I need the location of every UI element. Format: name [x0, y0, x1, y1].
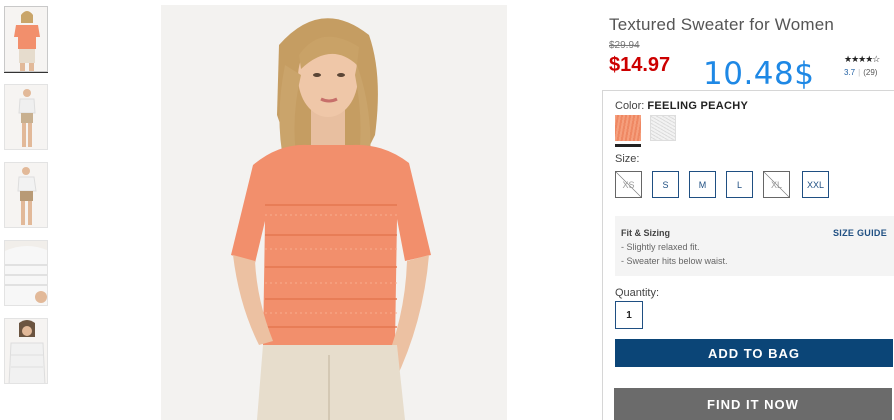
star-rating-icon: ★★★★☆: [844, 54, 880, 64]
size-s-button[interactable]: S: [652, 171, 679, 198]
rating-score[interactable]: 3.7: [844, 68, 855, 77]
rating-separator: |: [858, 68, 861, 77]
fit-note: - Sweater hits below waist.: [621, 256, 728, 266]
add-to-bag-button[interactable]: ADD TO BAG: [615, 339, 893, 367]
product-options-panel: Color: FEELING PEACHY Size: XS S M L XL …: [602, 90, 894, 420]
review-count[interactable]: (29): [863, 68, 877, 77]
find-it-now-button[interactable]: FIND IT NOW: [614, 388, 892, 420]
fit-and-sizing-box: Fit & Sizing SIZE GUIDE - Slightly relax…: [615, 216, 894, 276]
thumbnail-white-closeup[interactable]: [4, 318, 48, 384]
thumbnail-peach-front[interactable]: [4, 6, 48, 72]
size-m-button[interactable]: M: [689, 171, 716, 198]
thumbnail-white-side[interactable]: [4, 162, 48, 228]
swatch-feeling-peachy[interactable]: [615, 115, 641, 141]
thumbnail-texture-detail[interactable]: [4, 240, 48, 306]
color-label-text: Color:: [615, 100, 645, 112]
rating-summary: 3.7 | (29): [844, 68, 894, 77]
swatch-white-textured[interactable]: [650, 115, 676, 141]
fit-title: Fit & Sizing: [621, 228, 670, 238]
quantity-label: Quantity:: [615, 287, 660, 299]
color-value: FEELING PEACHY: [647, 100, 749, 112]
selected-swatch-indicator: [615, 144, 641, 147]
sale-price: $14.97: [609, 54, 671, 76]
product-main-image[interactable]: [161, 5, 507, 420]
color-label: Color: FEELING PEACHY: [615, 100, 748, 112]
quantity-input[interactable]: 1: [615, 301, 643, 329]
original-price: $29.94: [609, 40, 640, 51]
thumbnail-white-full[interactable]: [4, 84, 48, 150]
size-guide-link[interactable]: SIZE GUIDE: [833, 228, 887, 238]
size-xl-button[interactable]: XL: [763, 171, 790, 198]
product-rating[interactable]: ★★★★☆ 3.7 | (29): [844, 54, 894, 77]
size-l-button[interactable]: L: [726, 171, 753, 198]
size-xxl-button[interactable]: XXL: [802, 171, 829, 198]
size-xs-button[interactable]: XS: [615, 171, 642, 198]
product-title: Textured Sweater for Women: [609, 15, 835, 34]
fit-note: - Slightly relaxed fit.: [621, 242, 700, 252]
overlay-price-annotation: 10.48$: [703, 56, 815, 92]
size-label: Size:: [615, 153, 640, 165]
